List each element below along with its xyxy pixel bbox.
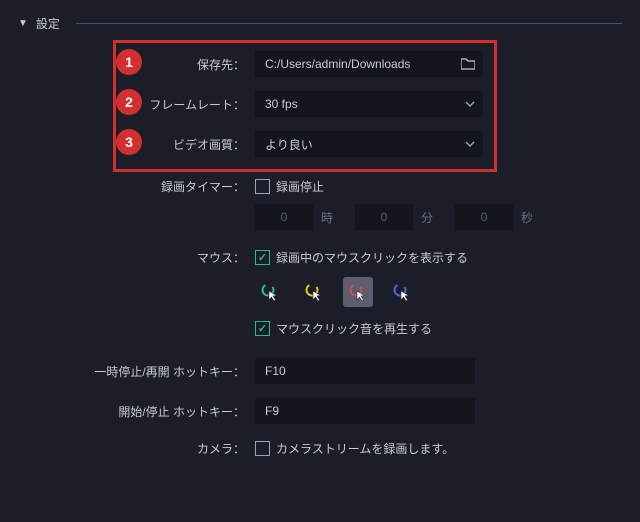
hotkey-pause-value: F10 — [265, 364, 286, 378]
chevron-down-icon — [465, 141, 475, 147]
divider — [76, 23, 622, 24]
hotkey-start-input[interactable]: F9 — [255, 398, 475, 424]
mouse-color-yellow[interactable] — [299, 277, 329, 307]
cursor-ring-icon — [304, 282, 324, 302]
quality-select[interactable]: より良い — [255, 131, 483, 157]
mouse-show-label: 録画中のマウスクリックを表示する — [276, 249, 468, 266]
settings-title: 設定 — [36, 15, 60, 32]
save-path-value: C:/Users/admin/Downloads — [265, 57, 410, 71]
timer-seconds-input[interactable]: 0 — [455, 204, 513, 230]
hotkey-pause-label: 一時停止/再開 ホットキー： — [80, 363, 255, 380]
timer-hours-unit: 時 — [321, 209, 333, 226]
quality-label: ビデオ画質： — [130, 136, 255, 153]
timer-seconds-unit: 秒 — [521, 209, 533, 226]
framerate-select[interactable]: 30 fps — [255, 91, 483, 117]
mouse-show-checkbox[interactable]: ✓ 録画中のマウスクリックを表示する — [255, 249, 468, 266]
timer-hours-input[interactable]: 0 — [255, 204, 313, 230]
cursor-ring-icon — [392, 282, 412, 302]
hotkey-pause-input[interactable]: F10 — [255, 358, 475, 384]
mouse-label: マウス： — [130, 249, 255, 266]
mouse-sound-label: マウスクリック音を再生する — [276, 320, 432, 337]
checkbox-icon — [255, 179, 270, 194]
save-path-field[interactable]: C:/Users/admin/Downloads — [255, 51, 483, 77]
mouse-sound-checkbox[interactable]: ✓ マウスクリック音を再生する — [255, 320, 432, 337]
rec-timer-label: 録画タイマー： — [130, 178, 255, 195]
framerate-label: フレームレート： — [130, 96, 255, 113]
framerate-value: 30 fps — [265, 97, 298, 111]
camera-stream-label: カメラストリームを録画します。 — [276, 440, 454, 457]
mouse-color-red[interactable] — [343, 277, 373, 307]
folder-icon[interactable] — [461, 58, 475, 70]
rec-stop-label: 録画停止 — [276, 178, 324, 195]
hotkey-start-label: 開始/停止 ホットキー： — [80, 403, 255, 420]
camera-label: カメラ： — [130, 440, 255, 457]
rec-stop-checkbox[interactable]: 録画停止 — [255, 178, 324, 195]
settings-header[interactable]: ▼ 設定 — [18, 15, 622, 32]
cursor-ring-icon — [260, 282, 280, 302]
checkbox-icon: ✓ — [255, 250, 270, 265]
quality-value: より良い — [265, 136, 313, 153]
hotkey-start-value: F9 — [265, 404, 279, 418]
camera-stream-checkbox[interactable]: カメラストリームを録画します。 — [255, 440, 454, 457]
cursor-ring-icon — [348, 282, 368, 302]
checkbox-icon: ✓ — [255, 321, 270, 336]
mouse-color-green[interactable] — [255, 277, 285, 307]
save-path-label: 保存先： — [130, 56, 255, 73]
chevron-down-icon — [465, 101, 475, 107]
timer-minutes-unit: 分 — [421, 209, 433, 226]
timer-minutes-input[interactable]: 0 — [355, 204, 413, 230]
disclosure-triangle-icon: ▼ — [18, 18, 28, 29]
mouse-color-blue[interactable] — [387, 277, 417, 307]
checkbox-icon — [255, 441, 270, 456]
mouse-color-options — [255, 277, 417, 307]
